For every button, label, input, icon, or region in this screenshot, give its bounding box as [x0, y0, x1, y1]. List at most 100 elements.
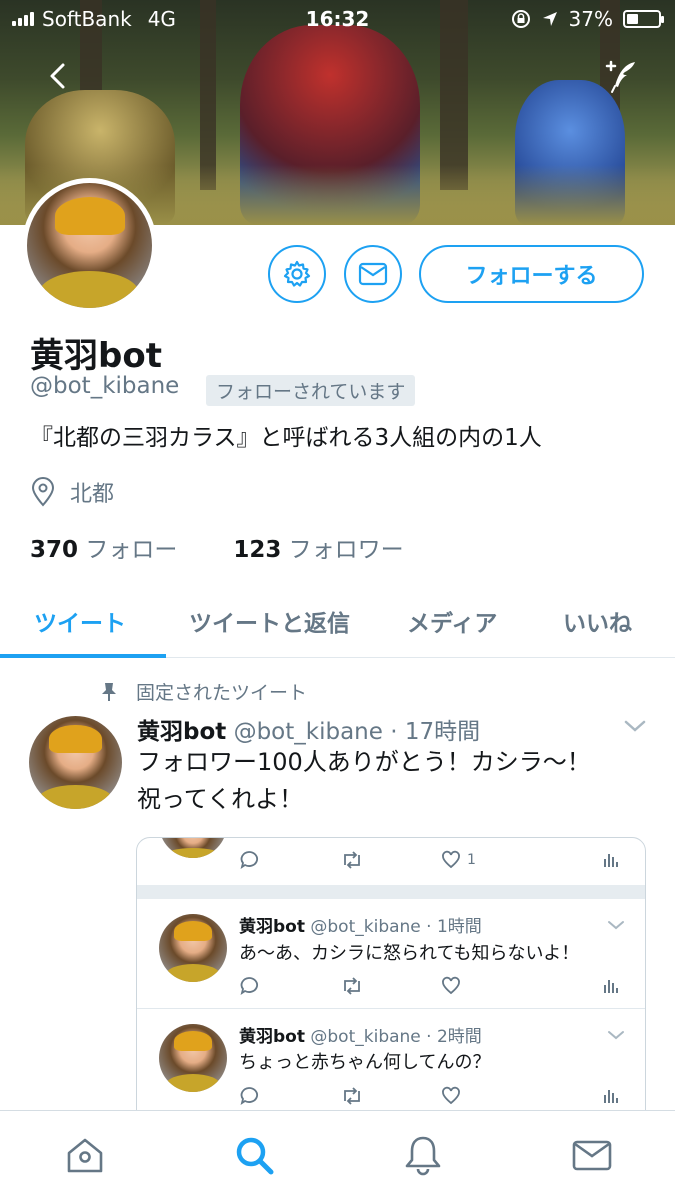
- compose-feather-icon: [605, 60, 635, 93]
- avatar-body: [38, 784, 113, 809]
- reply-actions: [137, 976, 645, 1006]
- heart-icon: [442, 976, 460, 995]
- tweet-header: 黄羽bot @bot_kibane · 17時間: [137, 712, 480, 746]
- analytics-icon: [604, 854, 618, 867]
- envelope-icon: [358, 262, 388, 286]
- analytics-button[interactable]: [603, 976, 619, 994]
- settings-button[interactable]: [268, 245, 326, 303]
- chevron-down-icon: [624, 720, 646, 732]
- message-button[interactable]: [344, 245, 402, 303]
- follow-button[interactable]: フォローする: [419, 245, 644, 303]
- analytics-button[interactable]: [603, 1086, 619, 1104]
- tab-media[interactable]: メディア: [407, 604, 497, 638]
- status-bar: SoftBank 4G 16:32 37%: [0, 0, 675, 38]
- reply-icon: [240, 1087, 258, 1106]
- analytics-button[interactable]: [603, 850, 619, 868]
- battery-icon: [623, 10, 664, 28]
- pinned-indicator: 固定されたツイート: [100, 678, 307, 705]
- reply-avatar[interactable]: [159, 1024, 227, 1092]
- chevron-left-icon: [50, 63, 65, 89]
- tweet-text: フォロワー100人ありがとう！カシラ〜！ 祝ってくれよ！: [137, 744, 647, 818]
- chevron-down-icon: [608, 921, 624, 930]
- like-count: 1: [467, 852, 476, 868]
- tweet-menu-button[interactable]: [623, 718, 647, 738]
- following-label: フォロー: [85, 537, 178, 563]
- reply-author[interactable]: 黄羽bot: [239, 1027, 305, 1047]
- retweet-icon: [344, 977, 360, 995]
- heart-icon: [442, 1086, 460, 1105]
- nav-home[interactable]: [63, 1133, 107, 1177]
- follows-you-badge: フォローされています: [206, 375, 416, 406]
- bottom-navigation: [0, 1110, 675, 1200]
- profile-location: 北都: [30, 476, 114, 508]
- avatar-body: [39, 271, 139, 308]
- following-count: 370: [30, 537, 79, 563]
- follow-counts: 370 フォロー 123 フォロワー: [30, 530, 404, 564]
- reply-meta: @bot_kibane · 1時間: [310, 917, 482, 937]
- reply-menu-button[interactable]: [607, 1026, 625, 1045]
- followers-count: 123: [233, 537, 282, 563]
- nav-messages[interactable]: [570, 1133, 614, 1177]
- messages-icon: [572, 1140, 612, 1171]
- reply-button[interactable]: [239, 976, 259, 996]
- nav-search[interactable]: [232, 1133, 276, 1177]
- profile-avatar[interactable]: [22, 178, 157, 313]
- like-button[interactable]: [441, 976, 461, 996]
- location-services-icon: [542, 12, 557, 26]
- reply-text: あ〜あ、カシラに怒られても知らないよ！: [239, 943, 580, 964]
- following-link[interactable]: 370 フォロー: [30, 530, 177, 564]
- reply-text: ちょっと赤ちゃん何してんの？: [239, 1052, 491, 1073]
- reply-avatar[interactable]: [159, 914, 227, 982]
- reply-button[interactable]: [239, 850, 259, 870]
- reply-meta: @bot_kibane · 2時間: [310, 1027, 482, 1047]
- rotation-lock-icon: [511, 10, 530, 28]
- tab-likes[interactable]: いいね: [563, 604, 632, 638]
- avatar-hat: [49, 725, 102, 754]
- battery-percent: 37%: [568, 7, 613, 31]
- followers-link[interactable]: 123 フォロワー: [233, 530, 403, 564]
- reply-author[interactable]: 黄羽bot: [239, 917, 305, 937]
- profile-handle: @bot_kibane: [30, 373, 180, 399]
- analytics-icon: [604, 980, 618, 993]
- search-icon: [236, 1137, 274, 1175]
- reply-icon: [240, 851, 258, 870]
- nav-notifications[interactable]: [401, 1133, 445, 1177]
- gear-icon: [283, 260, 311, 287]
- back-button[interactable]: [40, 58, 76, 94]
- battery-fill: [627, 14, 639, 24]
- avatar-hat: [55, 197, 125, 235]
- compose-button[interactable]: [601, 56, 641, 96]
- tab-tweets-and-replies[interactable]: ツイートと返信: [189, 604, 350, 638]
- thread-card[interactable]: 1 黄羽bot @bot_kibane · 1時間 あ〜あ、カシラに怒られても知…: [136, 837, 646, 1127]
- tweet-author[interactable]: 黄羽bot: [137, 719, 226, 745]
- tweet-actions: 1: [137, 850, 645, 880]
- retweet-icon: [344, 851, 360, 869]
- heart-icon: [442, 850, 460, 869]
- retweet-button[interactable]: [340, 850, 364, 870]
- retweet-button[interactable]: [340, 1086, 364, 1106]
- active-tab-indicator: [0, 654, 166, 658]
- like-button[interactable]: [441, 1086, 461, 1106]
- retweet-button[interactable]: [340, 976, 364, 996]
- like-button[interactable]: 1: [441, 850, 476, 870]
- analytics-icon: [604, 1090, 618, 1103]
- reply-menu-button[interactable]: [607, 916, 625, 935]
- reply-icon: [240, 977, 258, 996]
- profile-name: 黄羽bot: [30, 336, 162, 376]
- location-text: 北都: [70, 482, 115, 507]
- thread-separator: [137, 1008, 645, 1009]
- tweet-avatar[interactable]: [29, 716, 122, 809]
- profile-bio: 『北都の三羽カラス』と呼ばれる3人組の内の1人: [30, 425, 542, 451]
- home-icon: [67, 1138, 103, 1173]
- pinned-label: 固定されたツイート: [136, 682, 308, 704]
- thread-divider: [137, 885, 645, 899]
- tab-tweets[interactable]: ツイート: [34, 604, 126, 638]
- avatar-hat: [173, 1030, 213, 1052]
- notifications-icon: [405, 1136, 441, 1176]
- retweet-icon: [344, 1087, 360, 1105]
- tweet-text-line: 祝ってくれよ！: [137, 785, 304, 813]
- location-pin-icon: [31, 477, 55, 507]
- profile-tabs: ツイート ツイートと返信 メディア いいね: [0, 590, 675, 658]
- tweet-meta: @bot_kibane · 17時間: [233, 719, 481, 745]
- reply-button[interactable]: [239, 1086, 259, 1106]
